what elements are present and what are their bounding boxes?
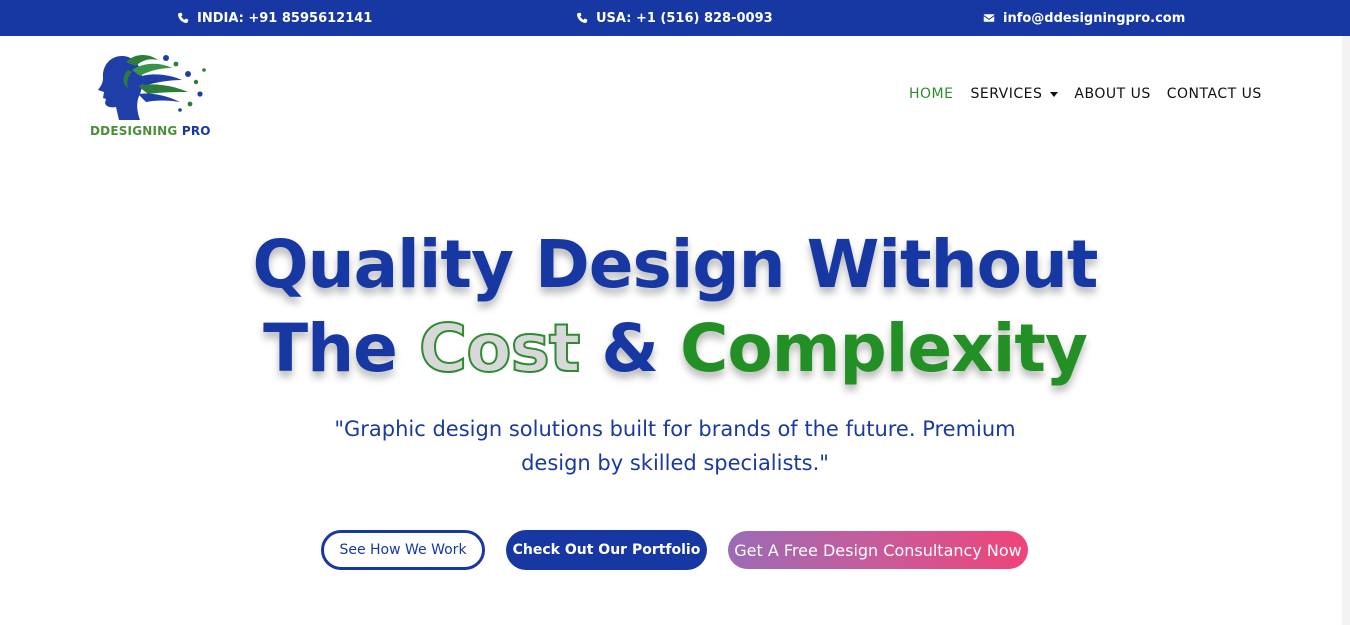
- top-contact-bar: INDIA: +91 8595612141 USA: +1 (516) 828-…: [0, 0, 1350, 36]
- hero-title-ampersand: &: [579, 310, 680, 387]
- hero-title-line2: The Cost & Complexity: [0, 309, 1350, 388]
- see-how-we-work-button[interactable]: See How We Work: [321, 530, 485, 570]
- email-link[interactable]: info@ddesigningpro.com: [983, 0, 1185, 36]
- hero-title-cost: Cost: [418, 309, 582, 388]
- nav-about[interactable]: ABOUT US: [1074, 86, 1150, 102]
- email-text: info@ddesigningpro.com: [1003, 10, 1186, 26]
- usa-phone-text: USA: +1 (516) 828-0093: [596, 10, 773, 26]
- brand-logo[interactable]: DDESIGNING PRO: [88, 50, 218, 142]
- phone-icon: [577, 12, 588, 23]
- nav-services[interactable]: SERVICES: [970, 86, 1059, 102]
- nav-services-label: SERVICES: [970, 86, 1043, 102]
- logo-text-secondary: PRO: [181, 124, 211, 138]
- hero-title-complexity: Complexity: [679, 310, 1088, 387]
- phone-icon: [178, 12, 189, 23]
- free-consultancy-button[interactable]: Get A Free Design Consultancy Now: [728, 531, 1028, 569]
- india-phone-link[interactable]: INDIA: +91 8595612141: [177, 0, 372, 36]
- hero-title-the: The: [263, 310, 419, 387]
- india-phone-text: INDIA: +91 8595612141: [197, 10, 373, 26]
- logo-text-primary: DDESIGNING: [90, 124, 178, 138]
- usa-phone-link[interactable]: USA: +1 (516) 828-0093: [576, 0, 773, 36]
- nav-contact[interactable]: CONTACT US: [1167, 86, 1262, 102]
- envelope-icon: [983, 14, 995, 22]
- main-navigation: HOME SERVICES ABOUT US CONTACT US: [909, 86, 1262, 102]
- portfolio-button[interactable]: Check Out Our Portfolio: [506, 530, 707, 570]
- head-logo-icon: [98, 55, 206, 120]
- hero-title-line1: Quality Design Without: [252, 226, 1099, 303]
- logo-wordmark: DDESIGNING PRO: [90, 124, 211, 138]
- nav-home[interactable]: HOME: [909, 86, 953, 102]
- caret-down-icon: [1050, 91, 1059, 97]
- hero-subtitle: "Graphic design solutions built for bran…: [334, 417, 1016, 475]
